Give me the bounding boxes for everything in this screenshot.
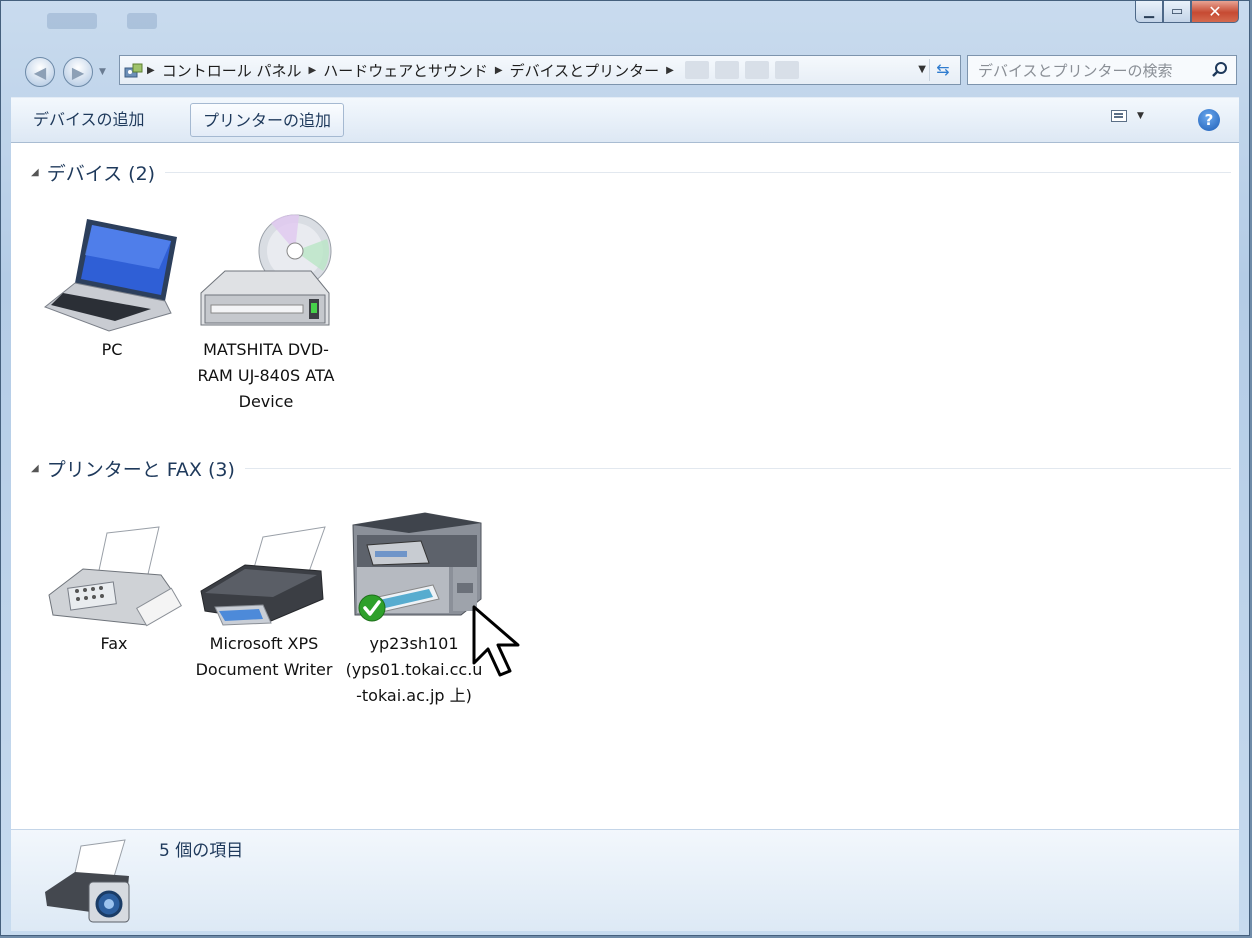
close-button[interactable]: ✕	[1191, 1, 1239, 23]
device-item-pc[interactable]: PC	[41, 209, 183, 363]
default-check-icon	[358, 594, 386, 622]
minimize-button[interactable]: ▁	[1135, 1, 1163, 23]
view-icon	[1111, 110, 1127, 122]
search-icon[interactable]	[1210, 60, 1230, 80]
change-view-button[interactable]: ▼	[1111, 110, 1144, 122]
item-count: 5 個の項目	[159, 841, 244, 861]
search-input[interactable]: デバイスとプリンターの検索	[968, 60, 1210, 81]
dvd-drive-icon	[200, 214, 332, 326]
breadcrumb-separator-icon[interactable]: ▶	[492, 65, 506, 76]
maximize-button[interactable]: ▭	[1163, 1, 1191, 23]
group-header-printers[interactable]: ◢ プリンターと FAX (3)	[31, 455, 1231, 482]
explorer-window: ▁ ▭ ✕ ◀ ▶ ▼ ▶ コントロール パネル ▶ ハードウェアとサウンド ▶…	[0, 0, 1250, 936]
control-panel-icon	[124, 63, 143, 78]
caption-buttons: ▁ ▭ ✕	[1135, 1, 1239, 23]
breadcrumb-control-panel[interactable]: コントロール パネル	[158, 60, 306, 81]
printer-label: yp23sh101 (yps01.tokai.cc.u-tokai.ac.jp …	[345, 634, 483, 705]
breadcrumb-devices-printers[interactable]: デバイスとプリンター	[506, 60, 664, 81]
devices-content-pane: ◢ デバイス (2) PC MATSHITA DVD-RAM UJ-840S A…	[11, 143, 1239, 829]
address-blurred-area	[684, 61, 799, 79]
breadcrumb-separator-icon[interactable]: ▶	[305, 65, 319, 76]
printer-item-yp23sh101[interactable]: yp23sh101 (yps01.tokai.cc.u-tokai.ac.jp …	[343, 503, 485, 709]
search-box[interactable]: デバイスとプリンターの検索	[967, 55, 1237, 85]
group-title: プリンターと FAX (3)	[46, 459, 235, 481]
title-bar[interactable]: ▁ ▭ ✕	[1, 1, 1249, 45]
mouse-cursor-icon	[472, 605, 520, 677]
breadcrumb-separator-icon[interactable]: ▶	[144, 65, 158, 76]
breadcrumb-hardware-sound[interactable]: ハードウェアとサウンド	[319, 60, 492, 81]
add-printer-button[interactable]: プリンターの追加	[190, 103, 345, 137]
printer-icon	[200, 526, 326, 626]
printer-label: Fax	[100, 634, 128, 653]
forward-arrow-icon: ▶	[71, 62, 85, 82]
device-item-dvd-drive[interactable]: MATSHITA DVD-RAM UJ-840S ATA Device	[195, 209, 337, 415]
address-bar[interactable]: ▶ コントロール パネル ▶ ハードウェアとサウンド ▶ デバイスとプリンター …	[119, 55, 961, 85]
history-dropdown-icon[interactable]: ▼	[99, 67, 106, 77]
collapse-triangle-icon[interactable]: ◢	[31, 167, 39, 178]
navigation-bar: ◀ ▶ ▼ ▶ コントロール パネル ▶ ハードウェアとサウンド ▶ デバイスと…	[1, 51, 1249, 93]
group-header-devices[interactable]: ◢ デバイス (2)	[31, 159, 1231, 186]
printer-item-fax[interactable]: Fax	[43, 503, 185, 657]
group-divider	[165, 172, 1231, 173]
collapse-triangle-icon[interactable]: ◢	[31, 463, 39, 474]
help-icon[interactable]: ?	[1198, 109, 1220, 131]
back-arrow-icon: ◀	[33, 62, 47, 82]
command-bar: デバイスの追加 プリンターの追加 ▼ ?	[11, 97, 1239, 143]
back-button[interactable]: ◀	[25, 57, 55, 87]
laptop-icon	[44, 219, 177, 332]
details-pane: 5 個の項目	[11, 829, 1239, 931]
printer-item-xps-writer[interactable]: Microsoft XPS Document Writer	[193, 503, 335, 683]
chevron-down-icon: ▼	[1137, 111, 1144, 121]
printer-label: Microsoft XPS Document Writer	[195, 634, 333, 679]
fax-icon	[48, 526, 183, 627]
device-label: PC	[101, 340, 123, 359]
add-device-button[interactable]: デバイスの追加	[21, 103, 157, 137]
devices-and-printers-icon	[45, 839, 130, 923]
group-title: デバイス (2)	[46, 163, 156, 185]
refresh-icon[interactable]: ⇆	[929, 59, 956, 81]
group-divider	[244, 468, 1231, 469]
device-label: MATSHITA DVD-RAM UJ-840S ATA Device	[197, 340, 335, 411]
forward-button[interactable]: ▶	[63, 57, 93, 87]
breadcrumb-separator-icon[interactable]: ▶	[663, 65, 677, 76]
address-dropdown-icon[interactable]: ▼	[918, 64, 926, 75]
